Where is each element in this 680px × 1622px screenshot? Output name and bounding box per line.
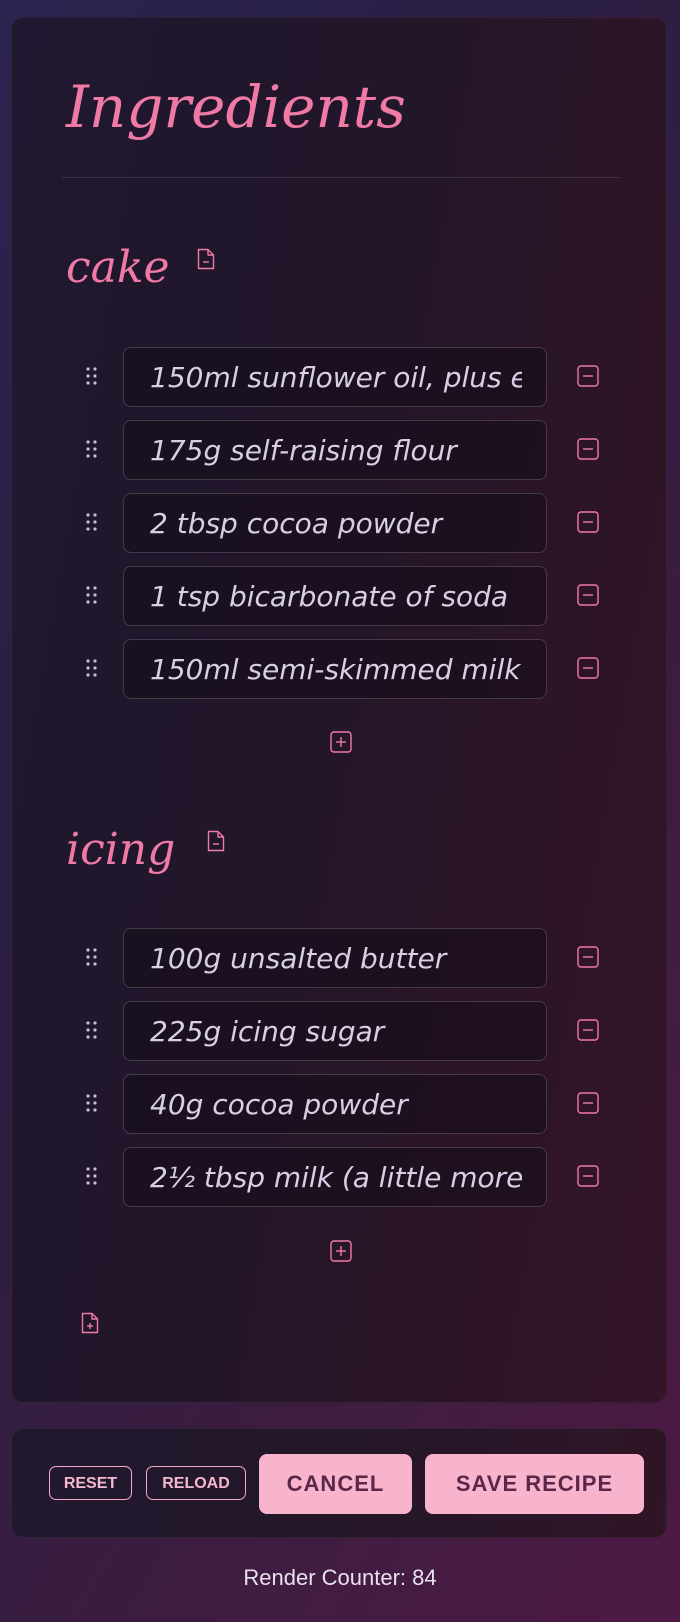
reset-button[interactable]: RESET (49, 1466, 132, 1500)
drag-handle-icon[interactable] (85, 584, 99, 606)
ingredient-input[interactable] (123, 347, 547, 407)
reload-button[interactable]: RELOAD (146, 1466, 246, 1500)
ingredient-input[interactable] (123, 493, 547, 553)
drag-handle-icon[interactable] (85, 946, 99, 968)
ingredient-row (12, 639, 668, 699)
ingredient-row (12, 1147, 668, 1207)
drag-handle-icon[interactable] (85, 365, 99, 387)
minus-square-icon[interactable] (577, 438, 599, 460)
minus-square-icon[interactable] (577, 1165, 599, 1187)
ingredient-row (12, 420, 668, 480)
drag-handle-icon[interactable] (85, 511, 99, 533)
minus-square-icon[interactable] (577, 657, 599, 679)
ingredient-input[interactable] (123, 639, 547, 699)
ingredient-input[interactable] (123, 928, 547, 988)
ingredient-row (12, 347, 668, 407)
file-plus-icon[interactable] (81, 1312, 99, 1334)
ingredient-row (12, 493, 668, 553)
drag-handle-icon[interactable] (85, 1092, 99, 1114)
minus-square-icon[interactable] (577, 1019, 599, 1041)
save-recipe-button[interactable]: SAVE RECIPE (425, 1454, 644, 1514)
add-ingredient-button[interactable] (330, 731, 352, 753)
title-divider (62, 177, 619, 178)
ingredient-input[interactable] (123, 420, 547, 480)
add-ingredient-button[interactable] (330, 1240, 352, 1262)
render-counter: Render Counter: 84 (243, 1565, 437, 1590)
ingredient-input[interactable] (123, 1001, 547, 1061)
drag-handle-icon[interactable] (85, 657, 99, 679)
minus-square-icon[interactable] (577, 1092, 599, 1114)
ingredient-row (12, 1001, 668, 1061)
minus-square-icon[interactable] (577, 511, 599, 533)
group-title-icing: icing (66, 824, 176, 875)
ingredient-row (12, 1074, 668, 1134)
drag-handle-icon[interactable] (85, 1019, 99, 1041)
page-title: Ingredients (66, 73, 406, 141)
ingredient-input[interactable] (123, 1074, 547, 1134)
ingredient-row (12, 566, 668, 626)
cancel-button[interactable]: CANCEL (259, 1454, 412, 1514)
ingredient-input[interactable] (123, 566, 547, 626)
minus-square-icon[interactable] (577, 365, 599, 387)
drag-handle-icon[interactable] (85, 438, 99, 460)
ingredient-input[interactable] (123, 1147, 547, 1207)
file-minus-icon[interactable] (197, 248, 215, 270)
drag-handle-icon[interactable] (85, 1165, 99, 1187)
ingredients-panel: Ingredients cake 150ml sunflower oil, pl… (11, 17, 667, 1403)
minus-square-icon[interactable] (577, 946, 599, 968)
file-minus-icon[interactable] (207, 830, 225, 852)
minus-square-icon[interactable] (577, 584, 599, 606)
action-bar: RESET RELOAD CANCEL SAVE RECIPE (11, 1428, 667, 1538)
group-title-cake: cake (66, 242, 170, 293)
ingredient-row (12, 928, 668, 988)
